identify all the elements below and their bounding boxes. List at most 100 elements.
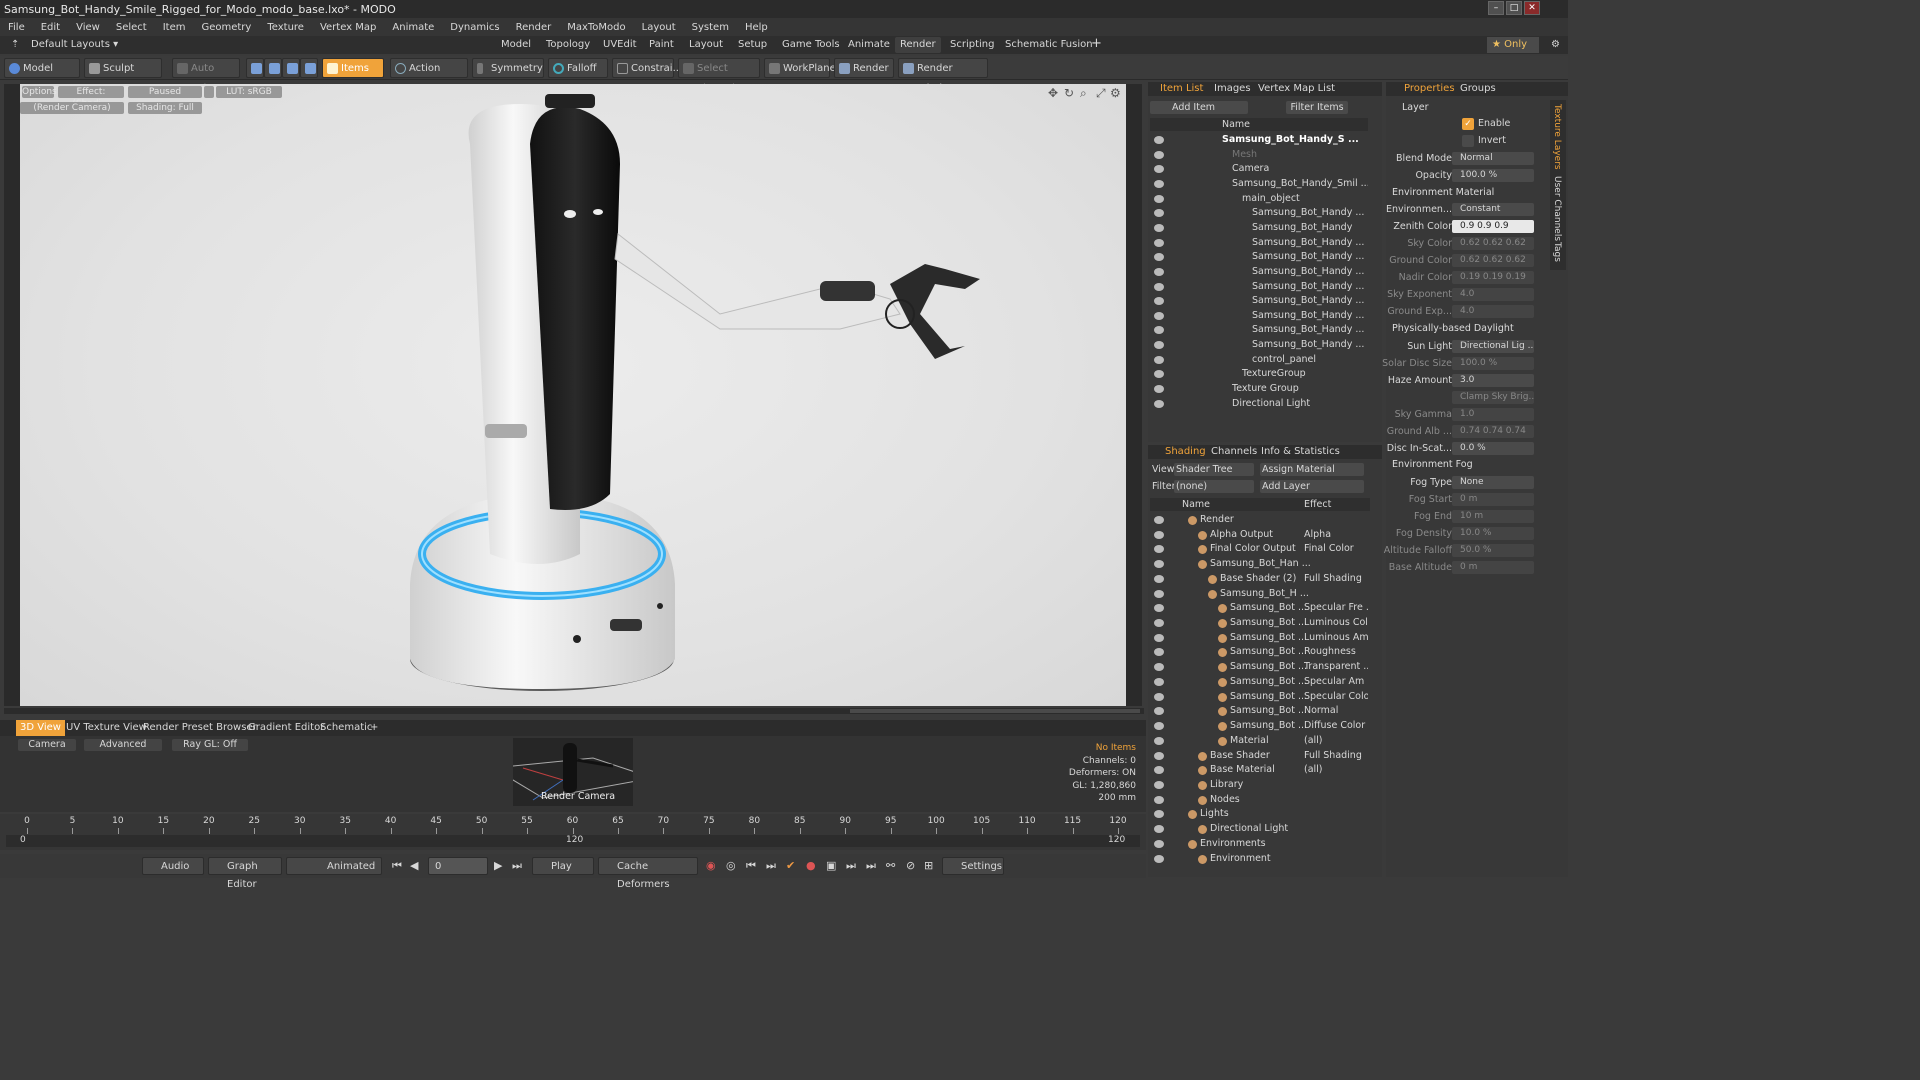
visibility-eye-icon[interactable] (1154, 560, 1164, 569)
add-lower-tab-icon[interactable]: + (366, 720, 382, 736)
item-row[interactable]: Samsung_Bot_Handy (1150, 221, 1368, 236)
tab-groups[interactable]: Groups (1460, 82, 1496, 96)
shader-row[interactable]: Lights (1150, 807, 1370, 822)
settings-button[interactable]: Settings (942, 857, 1004, 875)
shader-row[interactable]: Samsung_Bot_Han ... (1150, 557, 1370, 572)
minimize-button[interactable]: – (1488, 1, 1504, 15)
shader-row[interactable]: Samsung_Bot ... Normal (1150, 704, 1370, 719)
tab-shading[interactable]: Shading (1165, 445, 1206, 459)
shader-row[interactable]: Samsung_Bot ...Specular Am ... (1150, 675, 1370, 690)
rotate-icon[interactable]: ↻ (1064, 86, 1074, 100)
add-layout-tab-button[interactable]: + (1086, 37, 1107, 53)
constrain-button[interactable]: Constrai... (612, 58, 682, 78)
property-section[interactable]: Environment Fog (1392, 459, 1473, 470)
visibility-eye-icon[interactable] (1154, 619, 1164, 628)
tab-paint[interactable]: Paint (644, 37, 679, 53)
property-value[interactable]: 100.0 % (1452, 169, 1534, 182)
shader-row[interactable]: Nodes (1150, 793, 1370, 808)
visibility-eye-icon[interactable] (1154, 253, 1164, 262)
shader-row[interactable]: Samsung_Bot_H ... (1150, 587, 1370, 602)
menu-item[interactable]: Item (155, 22, 194, 33)
delete-key-icon[interactable]: ▣ (826, 859, 836, 872)
tab-vertex-map-list[interactable]: Vertex Map List (1258, 82, 1335, 96)
property-value[interactable]: 4.0 (1452, 305, 1534, 318)
item-row[interactable]: TextureGroup (1150, 367, 1368, 382)
shader-row[interactable]: Samsung_Bot ... Specular Fre ... (1150, 601, 1370, 616)
property-value[interactable]: 0.62 0.62 0.62 (1452, 254, 1534, 267)
shader-row[interactable]: Alpha Output Alpha (1150, 528, 1370, 543)
shader-row[interactable]: Directional Light (1150, 822, 1370, 837)
tab-layout[interactable]: Layout (684, 37, 728, 53)
property-value[interactable]: Normal (1452, 152, 1534, 165)
shader-effect[interactable]: Luminous Col ... (1304, 616, 1368, 631)
menu-select[interactable]: Select (108, 22, 155, 33)
shader-effect[interactable]: Normal (1304, 704, 1368, 719)
tab-properties[interactable]: Properties (1404, 82, 1455, 96)
shader-row[interactable]: Samsung_Bot ...Luminous Am ... (1150, 631, 1370, 646)
falloff-button[interactable]: Falloff (548, 58, 608, 78)
tab-3d-view[interactable]: 3D View (16, 720, 65, 736)
filter-items-button[interactable]: Filter Items (1286, 101, 1348, 114)
tab-render[interactable]: Render (895, 37, 941, 53)
shader-row[interactable]: Library (1150, 778, 1370, 793)
menu-file[interactable]: File (0, 22, 33, 33)
item-row[interactable]: main_object (1150, 192, 1368, 207)
visibility-eye-icon[interactable] (1154, 238, 1164, 247)
property-value[interactable]: 10.0 % (1452, 527, 1534, 540)
visibility-eye-icon[interactable] (1154, 311, 1164, 320)
autokey-icon[interactable]: ◎ (726, 859, 736, 872)
visibility-eye-icon[interactable] (1154, 751, 1164, 760)
action-center-button[interactable]: Action Center (390, 58, 468, 94)
visibility-eye-icon[interactable] (1154, 179, 1164, 188)
menu-layout[interactable]: Layout (634, 22, 684, 33)
visibility-eye-icon[interactable] (1154, 766, 1164, 775)
pan-icon[interactable]: ✥ (1048, 86, 1058, 100)
viewport-options-button[interactable]: Options (22, 86, 57, 98)
item-row[interactable]: Samsung_Bot_Handy ... (1150, 294, 1368, 309)
shader-row[interactable]: Samsung_Bot ...Luminous Col ... (1150, 616, 1370, 631)
property-value[interactable]: 1.0 (1452, 408, 1534, 421)
tab-game-tools[interactable]: Game Tools (777, 37, 845, 53)
visibility-eye-icon[interactable] (1154, 825, 1164, 834)
property-value[interactable]: None (1452, 476, 1534, 489)
visibility-eye-icon[interactable] (1154, 648, 1164, 657)
menu-maxtomodo[interactable]: MaxToModo (559, 22, 633, 33)
paused-button[interactable]: Paused (128, 86, 202, 98)
side-tab-texture-layers[interactable]: Texture Layers (1552, 104, 1562, 170)
visibility-eye-icon[interactable] (1154, 722, 1164, 731)
shader-row[interactable]: Final Color Output Final Color (1150, 542, 1370, 557)
tab-item-list[interactable]: Item List (1160, 82, 1203, 96)
key-forward-icon[interactable]: ⏭ (846, 859, 856, 873)
menu-geometry[interactable]: Geometry (193, 22, 259, 33)
add-item-dropdown[interactable]: Add Item (1150, 101, 1248, 114)
visibility-eye-icon[interactable] (1154, 282, 1164, 291)
filter-dropdown[interactable]: (none) (1174, 480, 1254, 493)
item-row[interactable]: Samsung_Bot_Handy ... (1150, 280, 1368, 295)
tab-topology[interactable]: Topology (541, 37, 595, 53)
visibility-eye-icon[interactable] (1154, 150, 1164, 159)
property-value[interactable]: 0.0 % (1452, 442, 1534, 455)
shader-effect[interactable]: (all) (1304, 763, 1368, 778)
tab-setup[interactable]: Setup (733, 37, 772, 53)
shader-effect[interactable]: Specular Fre ... (1304, 601, 1368, 616)
item-row[interactable]: control_panel (1150, 353, 1368, 368)
shader-row[interactable]: Render (1150, 513, 1370, 528)
view-dropdown[interactable]: Shader Tree (1174, 463, 1254, 476)
sculpt-mode-button[interactable]: Sculpt (84, 58, 162, 78)
item-row[interactable]: Texture Group (1150, 382, 1368, 397)
shader-effect[interactable]: Full Shading (1304, 749, 1368, 764)
property-value[interactable]: 50.0 % (1452, 544, 1534, 557)
layout-preset-dropdown[interactable]: Default Layouts ▾ (26, 37, 123, 53)
shader-row[interactable]: Base Shader Full Shading (1150, 749, 1370, 764)
property-value[interactable]: 4.0 (1452, 288, 1534, 301)
play-button[interactable]: Play (532, 857, 594, 875)
visibility-eye-icon[interactable] (1154, 604, 1164, 613)
viewport-gear-icon[interactable]: ⚙ (1110, 86, 1121, 100)
viewport-scroll-thumb[interactable] (850, 709, 1140, 713)
mute-icon[interactable]: ⊘ (906, 859, 915, 872)
auto-select-button[interactable]: Auto Select (172, 58, 240, 94)
visibility-eye-icon[interactable] (1154, 326, 1164, 335)
item-row[interactable]: Samsung_Bot_Handy_Smil ... (1150, 177, 1368, 192)
property-value[interactable]: 0.74 0.74 0.74 (1452, 425, 1534, 438)
animated-dropdown[interactable]: Animated (286, 857, 382, 875)
